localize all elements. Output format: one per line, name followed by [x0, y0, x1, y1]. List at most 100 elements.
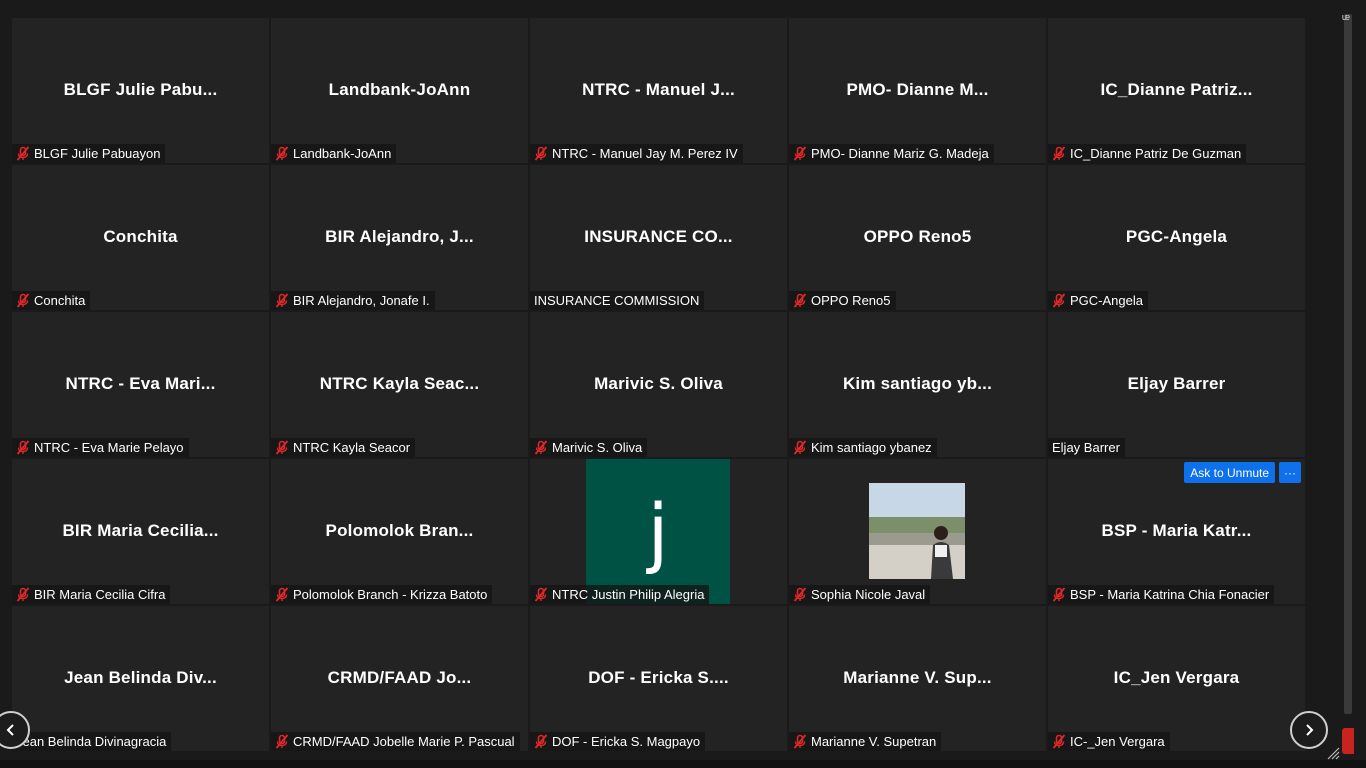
- participant-tile[interactable]: Kim santiago yb... Kim santiago ybanez: [789, 312, 1046, 457]
- participant-tile[interactable]: NTRC Kayla Seac... NTRC Kayla Seacor: [271, 312, 528, 457]
- participant-name-label: Marianne V. Supetran: [789, 732, 942, 751]
- mic-muted-icon: [1052, 293, 1066, 308]
- participant-name-text: Conchita: [34, 293, 86, 308]
- participant-tile[interactable]: NTRC - Eva Mari... NTRC - Eva Marie Pelay…: [12, 312, 269, 457]
- more-options-button[interactable]: ···: [1279, 462, 1301, 483]
- participant-name-label: Kim santiago ybanez: [789, 438, 937, 457]
- participant-name-text: IC-_Jen Vergara: [1070, 734, 1165, 749]
- participant-tile[interactable]: IC_Dianne Patriz... IC_Dianne Patriz De G…: [1048, 18, 1305, 163]
- mic-muted-icon: [275, 440, 289, 455]
- mic-muted-icon: [16, 146, 30, 161]
- participant-name-label: DOF - Ericka S. Magpayo: [530, 732, 706, 751]
- participant-tile[interactable]: j NTRC Justin Philip Alegria: [530, 459, 787, 604]
- participant-tile[interactable]: PMO- Dianne M... PMO- Dianne Mariz G. Mad…: [789, 18, 1046, 163]
- participant-display-name: Eljay Barrer: [1127, 374, 1226, 393]
- participant-name-label: Landbank-JoAnn: [271, 144, 397, 163]
- mic-muted-icon: [275, 293, 289, 308]
- mic-muted-icon: [534, 146, 548, 161]
- participant-name-text: NTRC - Manuel Jay M. Perez IV: [552, 146, 738, 161]
- participant-name-text: NTRC - Eva Marie Pelayo: [34, 440, 184, 455]
- participant-name-text: IC_Dianne Patriz De Guzman: [1070, 146, 1242, 161]
- mic-muted-icon: [534, 440, 548, 455]
- participant-tile[interactable]: NTRC - Manuel J... NTRC - Manuel Jay M. P…: [530, 18, 787, 163]
- participant-name-label: Polomolok Branch - Krizza Batoto: [271, 585, 493, 604]
- participant-name-label: Conchita: [12, 291, 91, 310]
- participant-name-text: Kim santiago ybanez: [811, 440, 932, 455]
- mic-muted-icon: [275, 734, 289, 749]
- participant-tile[interactable]: Eljay Barrer Eljay Barrer: [1048, 312, 1305, 457]
- participant-name-text: PMO- Dianne Mariz G. Madeja: [811, 146, 989, 161]
- participant-display-name: BIR Alejandro, J...: [325, 227, 474, 246]
- participant-name-text: Marianne V. Supetran: [811, 734, 937, 749]
- participant-tile[interactable]: INSURANCE CO... INSURANCE COMMISSION: [530, 165, 787, 310]
- mic-muted-icon: [793, 734, 807, 749]
- participant-tile[interactable]: DOF - Ericka S.... DOF - Ericka S. Magpay…: [530, 606, 787, 751]
- participant-display-name: INSURANCE CO...: [584, 227, 733, 246]
- participant-tile[interactable]: Marivic S. Oliva Marivic S. Oliva: [530, 312, 787, 457]
- participant-name-label: Jean Belinda Divinagracia: [12, 732, 172, 751]
- mic-muted-icon: [16, 440, 30, 455]
- participant-name-text: NTRC Justin Philip Alegria: [552, 587, 705, 602]
- participant-tile[interactable]: Sophia Nicole Javal: [789, 459, 1046, 604]
- participant-tile[interactable]: Jean Belinda Div... Jean Belinda Divinagr…: [12, 606, 269, 751]
- mic-muted-icon: [793, 146, 807, 161]
- participant-display-name: Marianne V. Sup...: [843, 668, 992, 687]
- participant-display-name: IC_Dianne Patriz...: [1100, 80, 1253, 99]
- participant-display-name: Landbank-JoAnn: [328, 80, 471, 99]
- ask-to-unmute-button[interactable]: Ask to Unmute: [1184, 462, 1275, 483]
- participant-tile[interactable]: Polomolok Bran... Polomolok Branch - Kriz…: [271, 459, 528, 604]
- mic-muted-icon: [793, 293, 807, 308]
- participant-tile[interactable]: BLGF Julie Pabu... BLGF Julie Pabuayon: [12, 18, 269, 163]
- participant-display-name: OPPO Reno5: [863, 227, 972, 246]
- participant-tile[interactable]: Landbank-JoAnn Landbank-JoAnn: [271, 18, 528, 163]
- participant-name-text: BLGF Julie Pabuayon: [34, 146, 161, 161]
- mic-muted-icon: [1052, 734, 1066, 749]
- gallery-grid: BLGF Julie Pabu... BLGF Julie Pabuayon Lan…: [12, 18, 1305, 751]
- participant-tile[interactable]: BSP - Maria Katr... Ask to Unmute ··· BSP -…: [1048, 459, 1305, 604]
- profile-photo: [869, 483, 965, 579]
- chevron-left-icon: [6, 724, 14, 736]
- participant-name-text: BIR Maria Cecilia Cifra: [34, 587, 166, 602]
- participant-name-text: Landbank-JoAnn: [293, 146, 392, 161]
- participant-name-text: Jean Belinda Divinagracia: [16, 734, 167, 749]
- participant-tile[interactable]: IC_Jen Vergara IC-_Jen Vergara: [1048, 606, 1305, 751]
- participant-name-label: IC_Dianne Patriz De Guzman: [1048, 144, 1247, 163]
- recording-indicator[interactable]: [1342, 728, 1354, 754]
- participant-display-name: Polomolok Bran...: [325, 521, 474, 540]
- mic-muted-icon: [793, 587, 807, 602]
- participant-display-name: BLGF Julie Pabu...: [63, 80, 218, 99]
- participant-name-text: CRMD/FAAD Jobelle Marie P. Pascual: [293, 734, 515, 749]
- participant-name-label: Eljay Barrer: [1048, 438, 1125, 457]
- participant-name-text: BIR Alejandro, Jonafe I.: [293, 293, 430, 308]
- next-page-button[interactable]: [1290, 711, 1328, 749]
- participant-tile[interactable]: PGC-Angela PGC-Angela: [1048, 165, 1305, 310]
- participant-tile[interactable]: OPPO Reno5 OPPO Reno5: [789, 165, 1046, 310]
- participant-name-text: NTRC Kayla Seacor: [293, 440, 411, 455]
- participant-display-name: BIR Maria Cecilia...: [62, 521, 219, 540]
- mic-muted-icon: [16, 587, 30, 602]
- avatar: j: [586, 459, 730, 604]
- participant-tile[interactable]: BIR Maria Cecilia... BIR Maria Cecilia Ci…: [12, 459, 269, 604]
- participant-display-name: Kim santiago yb...: [842, 374, 993, 393]
- mic-muted-icon: [275, 146, 289, 161]
- participant-name-label: BLGF Julie Pabuayon: [12, 144, 166, 163]
- participant-display-name: NTRC - Manuel J...: [582, 80, 735, 99]
- mic-muted-icon: [1052, 587, 1066, 602]
- participant-name-label: PGC-Angela: [1048, 291, 1148, 310]
- participant-tile[interactable]: Marianne V. Sup... Marianne V. Supetran: [789, 606, 1046, 751]
- participant-tile[interactable]: BIR Alejandro, J... BIR Alejandro, Jonafe…: [271, 165, 528, 310]
- participant-name-label: IC-_Jen Vergara: [1048, 732, 1170, 751]
- resize-grip-icon[interactable]: [1326, 746, 1340, 760]
- participant-display-name: PGC-Angela: [1125, 227, 1228, 246]
- mic-muted-icon: [793, 440, 807, 455]
- window-corner-indicator[interactable]: ᵫ: [1339, 12, 1353, 26]
- mic-muted-icon: [275, 587, 289, 602]
- participant-name-label: NTRC - Manuel Jay M. Perez IV: [530, 144, 743, 163]
- participant-name-label: BIR Maria Cecilia Cifra: [12, 585, 171, 604]
- participant-tile[interactable]: CRMD/FAAD Jo... CRMD/FAAD Jobelle Marie P…: [271, 606, 528, 751]
- scrollbar[interactable]: [1344, 14, 1352, 714]
- participant-name-text: OPPO Reno5: [811, 293, 891, 308]
- participant-name-label: BSP - Maria Katrina Chia Fonacier: [1048, 585, 1275, 604]
- participant-tile[interactable]: Conchita Conchita: [12, 165, 269, 310]
- participant-display-name: BSP - Maria Katr...: [1101, 521, 1252, 540]
